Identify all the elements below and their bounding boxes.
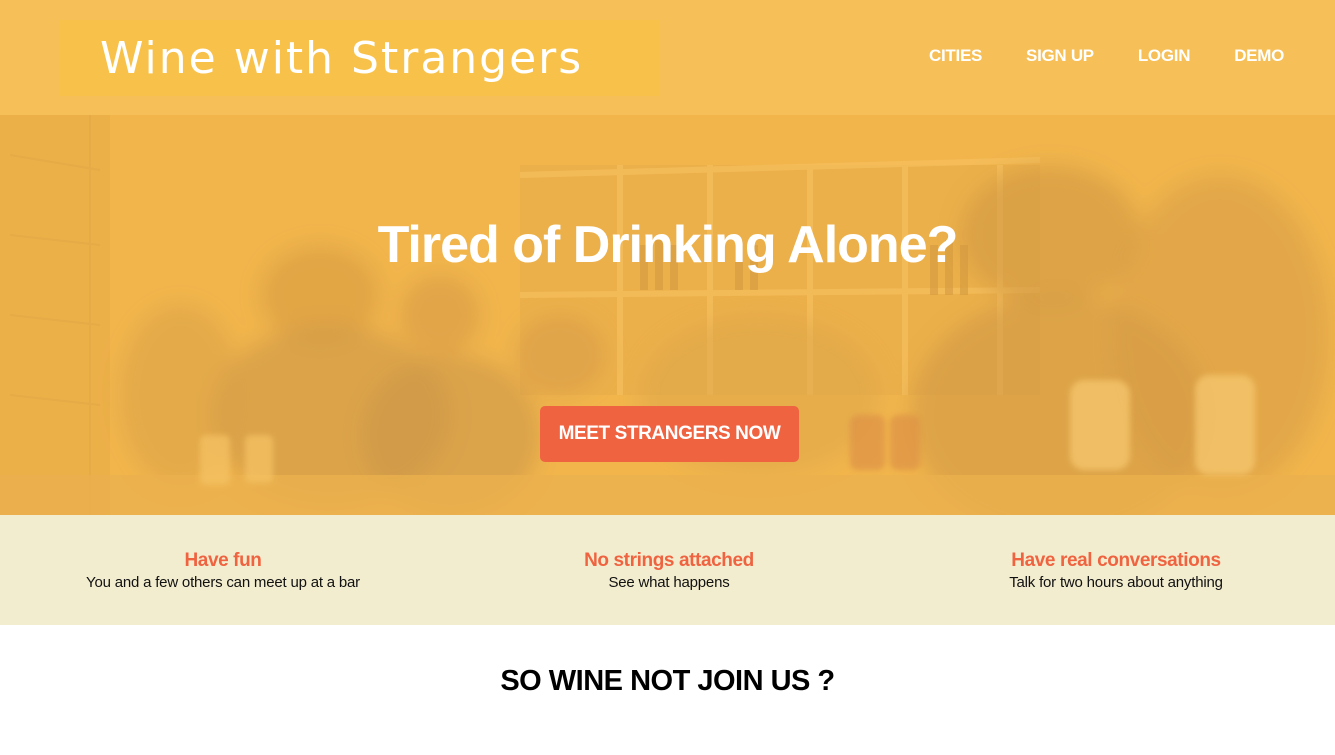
features-strip: Have fun You and a few others can meet u… (0, 515, 1335, 625)
page: Wine with Strangers CITIES SIGN UP LOGIN… (0, 0, 1335, 755)
logo-text: Wine with Strangers (100, 32, 584, 84)
hero: Tired of Drinking Alone? MEET STRANGERS … (0, 115, 1335, 515)
meet-strangers-button[interactable]: MEET STRANGERS NOW (540, 406, 799, 462)
feature-title: Have real conversations (1011, 550, 1221, 571)
nav-login-link[interactable]: LOGIN (1138, 46, 1191, 66)
feature-title: Have fun (184, 550, 262, 571)
main-nav: CITIES SIGN UP LOGIN DEMO (885, 46, 1284, 66)
feature-no-strings: No strings attached See what happens (459, 550, 879, 591)
feature-have-fun: Have fun You and a few others can meet u… (13, 550, 433, 591)
feature-description: See what happens (608, 574, 730, 591)
feature-title: No strings attached (584, 550, 754, 571)
feature-real-conversations: Have real conversations Talk for two hou… (906, 550, 1326, 591)
join-heading: SO WINE NOT JOIN US ? (500, 665, 835, 697)
header: Wine with Strangers CITIES SIGN UP LOGIN… (0, 0, 1335, 115)
feature-description: You and a few others can meet up at a ba… (86, 574, 360, 591)
nav-demo-link[interactable]: DEMO (1234, 46, 1284, 66)
nav-sign-up-link[interactable]: SIGN UP (1026, 46, 1094, 66)
feature-description: Talk for two hours about anything (1009, 574, 1223, 591)
hero-title: Tired of Drinking Alone? (377, 216, 959, 274)
nav-cities-link[interactable]: CITIES (929, 46, 982, 66)
logo[interactable]: Wine with Strangers (60, 20, 660, 96)
